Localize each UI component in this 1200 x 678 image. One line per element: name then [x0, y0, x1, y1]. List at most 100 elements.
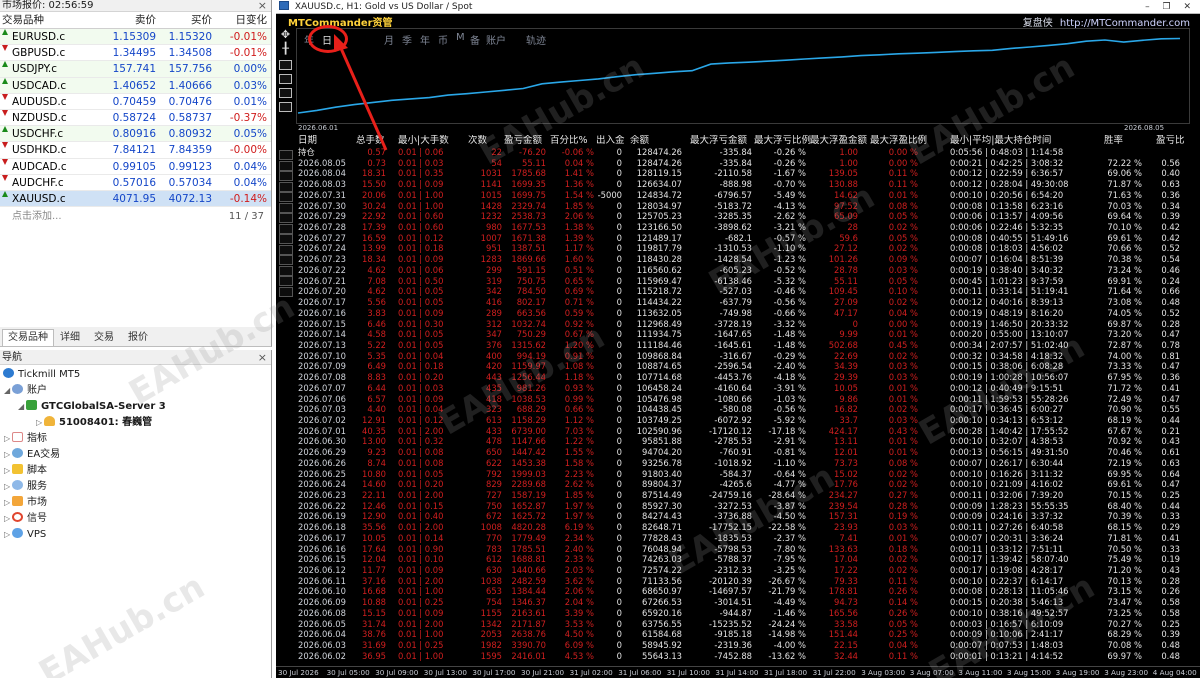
table-header-cell[interactable]: 最大浮盈金额 [810, 135, 867, 147]
quote-row[interactable]: USDHKD.c 7.84121 7.84359 -0.00% [0, 142, 271, 159]
chart-panel-icon[interactable] [279, 60, 292, 70]
table-row[interactable]: 2026.07.13 5.22 0.01 | 0.05 376 1315.62 1.20 … [298, 340, 1198, 351]
table-row[interactable]: 2026.06.18 35.56 0.01 | 2.00 1008 4820.28 6.1… [298, 522, 1198, 533]
col-symbol-header[interactable]: 交易品种 [2, 12, 44, 29]
table-row[interactable]: 2026.07.10 5.35 0.01 | 0.04 400 994.19 0.91 %… [298, 351, 1198, 362]
add-symbol-label[interactable]: 点击添加... [12, 211, 62, 222]
table-header-cell[interactable]: 胜率 [1104, 135, 1142, 147]
nav-scripts[interactable]: ▷ 脚本 [4, 464, 47, 478]
table-row[interactable]: 2026.07.15 6.46 0.01 | 0.30 312 1032.74 0.92 … [298, 319, 1198, 330]
table-header-cell[interactable]: 盈亏比 [1156, 135, 1185, 147]
side-tab[interactable] [279, 181, 293, 192]
tab-trading[interactable]: 交易 [88, 329, 120, 346]
side-tab[interactable] [279, 244, 293, 255]
table-row[interactable]: 2026.07.21 7.08 0.01 | 0.50 319 750.75 0.65 %… [298, 276, 1198, 287]
table-header-cell[interactable]: 盈亏金额 [504, 135, 546, 147]
table-row[interactable]: 2026.07.27 16.59 0.01 | 0.12 1007 1671.38 1.3… [298, 233, 1198, 244]
side-tab[interactable] [279, 192, 293, 202]
table-row[interactable]: 2026.06.12 11.77 0.01 | 0.09 630 1440.66 2.03… [298, 565, 1198, 576]
nav-market[interactable]: ▷ 市场 [4, 496, 47, 510]
table-row[interactable]: 2026.06.24 14.60 0.01 | 0.20 829 2289.68 2.62… [298, 479, 1198, 490]
table-row[interactable]: 2026.06.09 10.88 0.01 | 0.25 754 1346.37 2.04… [298, 597, 1198, 608]
table-header-cell[interactable]: 余额 [630, 135, 682, 147]
table-row[interactable]: 2026.06.30 13.00 0.01 | 0.32 478 1147.66 1.22… [298, 436, 1198, 447]
close-icon[interactable]: × [258, 0, 267, 12]
col-change-header[interactable]: 日变化 [214, 12, 268, 29]
chart-panel-icon[interactable] [279, 74, 292, 84]
table-row[interactable]: 2026.07.22 4.62 0.01 | 0.06 299 591.15 0.51 %… [298, 265, 1198, 276]
table-row[interactable]: 2026.06.17 10.05 0.01 | 0.14 770 1779.49 2.34… [298, 533, 1198, 544]
table-row[interactable]: 2026.07.02 12.91 0.01 | 0.12 613 1158.29 1.12… [298, 415, 1198, 426]
table-row[interactable]: 2026.07.28 17.39 0.01 | 0.60 980 1677.53 1.38… [298, 222, 1198, 233]
tab-details[interactable]: 详细 [54, 329, 86, 346]
quote-row[interactable]: AUDCHF.c 0.57016 0.57034 0.04% [0, 174, 271, 191]
side-tab[interactable] [279, 286, 293, 297]
col-ask-header[interactable]: 买价 [158, 12, 212, 29]
table-row[interactable]: 2026.07.08 8.83 0.01 | 0.20 443 1256.44 1.18 … [298, 372, 1198, 383]
col-bid-header[interactable]: 卖价 [96, 12, 156, 29]
table-row[interactable]: 2026.07.16 3.83 0.01 | 0.09 289 663.56 0.59 %… [298, 308, 1198, 319]
table-row[interactable]: 2026.07.30 30.24 0.01 | 1.00 1428 2329.74 1.8… [298, 201, 1198, 212]
table-row[interactable]: 2026.08.04 18.31 0.01 | 0.35 1031 1785.68 1.4… [298, 168, 1198, 179]
table-row[interactable]: 2026.07.31 20.06 0.01 | 1.00 1015 1699.75 1.5… [298, 190, 1198, 201]
table-row[interactable]: 2026.07.24 13.99 0.01 | 0.18 951 1387.51 1.17… [298, 243, 1198, 254]
quote-row[interactable]: USDCAD.c 1.40652 1.40666 0.03% [0, 77, 271, 94]
add-symbol-row[interactable]: 点击添加... 11 / 37 [0, 210, 270, 224]
table-row[interactable]: 2026.06.15 12.04 0.01 | 0.10 612 1688.81 2.33… [298, 554, 1198, 565]
nav-indicators[interactable]: ▷ 指标 [4, 432, 47, 446]
side-tab[interactable] [279, 213, 293, 223]
quote-row[interactable]: AUDUSD.c 0.70459 0.70476 0.01% [0, 93, 271, 110]
side-tab[interactable] [279, 276, 293, 286]
table-row[interactable]: 2026.07.17 5.56 0.01 | 0.05 416 802.17 0.71 %… [298, 297, 1198, 308]
nav-vps[interactable]: ▷ VPS [4, 528, 46, 542]
side-tab[interactable] [279, 223, 293, 234]
table-header-cell[interactable]: 最大浮盈比例 [870, 135, 927, 147]
expand-icon[interactable]: ▷ [4, 480, 12, 494]
table-row[interactable]: 2026.07.06 6.57 0.01 | 0.09 418 1038.53 0.99 … [298, 394, 1198, 405]
nav-account-item[interactable]: ▷ 51008401: 春巍管 [36, 416, 152, 430]
table-row[interactable]: 2026.06.10 16.68 0.01 | 1.00 653 1384.44 2.06… [298, 586, 1198, 597]
table-row[interactable]: 2026.06.23 22.11 0.01 | 2.00 727 1587.19 1.85… [298, 490, 1198, 501]
table-row[interactable]: 2026.07.20 4.62 0.01 | 0.05 342 784.50 0.69 %… [298, 286, 1198, 297]
table-header-cell[interactable]: 百分比% [550, 135, 594, 147]
side-tab[interactable] [279, 150, 293, 160]
nav-services[interactable]: ▷ 服务 [4, 480, 47, 494]
table-row[interactable]: 2026.07.29 22.92 0.01 | 0.60 1232 2538.73 2.0… [298, 211, 1198, 222]
table-row[interactable]: 2026.07.07 6.44 0.01 | 0.03 435 981.26 0.93 %… [298, 383, 1198, 394]
footprint-link[interactable]: 复盘侠 http://MTCommander.com [1023, 14, 1190, 29]
crosshair-icon[interactable]: ✥ [278, 28, 293, 41]
table-row[interactable]: 2026.06.05 31.74 0.01 | 2.00 1342 2171.87 3.5… [298, 619, 1198, 630]
table-header-cell[interactable]: 出入金 [596, 135, 625, 147]
expand-icon[interactable]: ▷ [4, 496, 12, 510]
quote-row[interactable]: USDCHF.c 0.80916 0.80932 0.05% [0, 126, 271, 143]
quote-row[interactable]: AUDCAD.c 0.99105 0.99123 0.04% [0, 158, 271, 175]
table-row[interactable]: 持仓 0.57 0.01 | 0.06 22 -76.20 -0.06 % 0 128474.… [298, 147, 1198, 158]
collapse-icon[interactable]: ◢ [18, 400, 26, 414]
nav-accounts[interactable]: ◢ 账户 [4, 384, 47, 398]
expand-icon[interactable]: ▷ [4, 528, 12, 542]
table-header-cell[interactable]: 最小|平均|最大持仓时间 [950, 135, 1102, 147]
collapse-icon[interactable]: ◢ [4, 384, 12, 398]
quote-row[interactable]: EURUSD.c 1.15309 1.15320 -0.01% [0, 29, 271, 46]
table-row[interactable]: 2026.06.02 36.95 0.01 | 1.00 1595 2416.01 4.5… [298, 651, 1198, 662]
side-tab[interactable] [279, 171, 293, 181]
table-row[interactable]: 2026.06.03 31.69 0.01 | 0.25 1982 3390.70 6.0… [298, 640, 1198, 651]
expand-icon[interactable]: ▷ [36, 416, 44, 430]
table-row[interactable]: 2026.07.03 4.40 0.01 | 0.04 323 688.29 0.66 %… [298, 404, 1198, 415]
side-tab[interactable] [279, 202, 293, 213]
table-header-cell[interactable]: 次数 [468, 135, 502, 147]
table-row[interactable]: 2026.07.01 40.35 0.01 | 2.00 433 6739.00 7.03… [298, 426, 1198, 437]
quote-row[interactable]: USDJPY.c 157.741 157.756 0.00% [0, 61, 271, 78]
table-row[interactable]: 2026.06.08 15.15 0.01 | 0.09 1155 2163.61 3.3… [298, 608, 1198, 619]
table-row[interactable]: 2026.07.23 18.34 0.01 | 0.09 1283 1869.66 1.6… [298, 254, 1198, 265]
table-row[interactable]: 2026.07.09 6.49 0.01 | 0.18 420 1159.97 1.08 … [298, 361, 1198, 372]
quote-row[interactable]: GBPUSD.c 1.34495 1.34508 -0.01% [0, 45, 271, 62]
table-row[interactable]: 2026.06.22 12.46 0.01 | 0.15 750 1652.87 1.97… [298, 501, 1198, 512]
quote-row[interactable]: NZDUSD.c 0.58724 0.58737 -0.37% [0, 109, 271, 127]
side-tab[interactable] [279, 234, 293, 244]
chart-panel-icon[interactable] [279, 88, 292, 98]
tab-ticks[interactable]: 报价 [122, 329, 154, 346]
close-icon[interactable]: × [258, 350, 267, 365]
table-header-cell[interactable]: 最大浮亏比例 [754, 135, 811, 147]
table-row[interactable]: 2026.06.16 17.64 0.01 | 0.90 783 1785.51 2.40… [298, 544, 1198, 555]
